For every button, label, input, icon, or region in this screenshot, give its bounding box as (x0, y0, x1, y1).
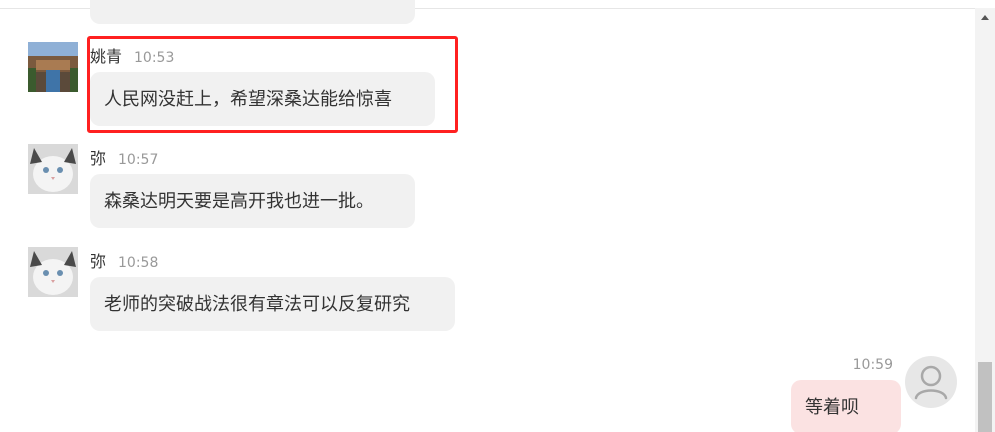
message-text: 等着呗 (805, 397, 859, 418)
highlight-box (87, 36, 458, 133)
cat-photo-avatar-icon (28, 247, 78, 297)
message-text: 森桑达明天要是高开我也进一批。 (104, 191, 374, 212)
previous-message-bubble (90, 0, 415, 24)
scrollbar-thumb[interactable] (978, 362, 992, 432)
palace-photo-avatar-icon (28, 42, 78, 92)
cat-photo-avatar-icon (28, 144, 78, 194)
message-meta: 弥 10:57 (90, 148, 158, 170)
sender-name: 弥 (90, 252, 107, 271)
message-time: 10:58 (118, 255, 159, 271)
avatar-cat[interactable] (28, 144, 78, 194)
avatar-palace[interactable] (28, 42, 78, 92)
message-time: 10:57 (118, 152, 159, 168)
message-meta: 弥 10:58 (90, 251, 158, 273)
message-text: 老师的突破战法很有章法可以反复研究 (104, 294, 410, 315)
avatar-cat[interactable] (28, 247, 78, 297)
self-message-bubble[interactable]: 等着呗 (791, 380, 901, 432)
chat-window: 姚青 10:53 人民网没赶上，希望深桑达能给惊喜 弥 10:57 森桑达明天要是高… (0, 0, 995, 432)
message-bubble[interactable]: 老师的突破战法很有章法可以反复研究 (90, 277, 455, 331)
self-message-time: 10:59 (852, 357, 893, 373)
scroll-up-arrow-icon[interactable] (975, 8, 995, 28)
default-user-avatar-icon (914, 365, 948, 400)
sender-name: 弥 (90, 149, 107, 168)
vertical-scrollbar[interactable] (975, 8, 995, 432)
self-avatar[interactable] (905, 356, 957, 408)
message-bubble[interactable]: 森桑达明天要是高开我也进一批。 (90, 174, 415, 228)
